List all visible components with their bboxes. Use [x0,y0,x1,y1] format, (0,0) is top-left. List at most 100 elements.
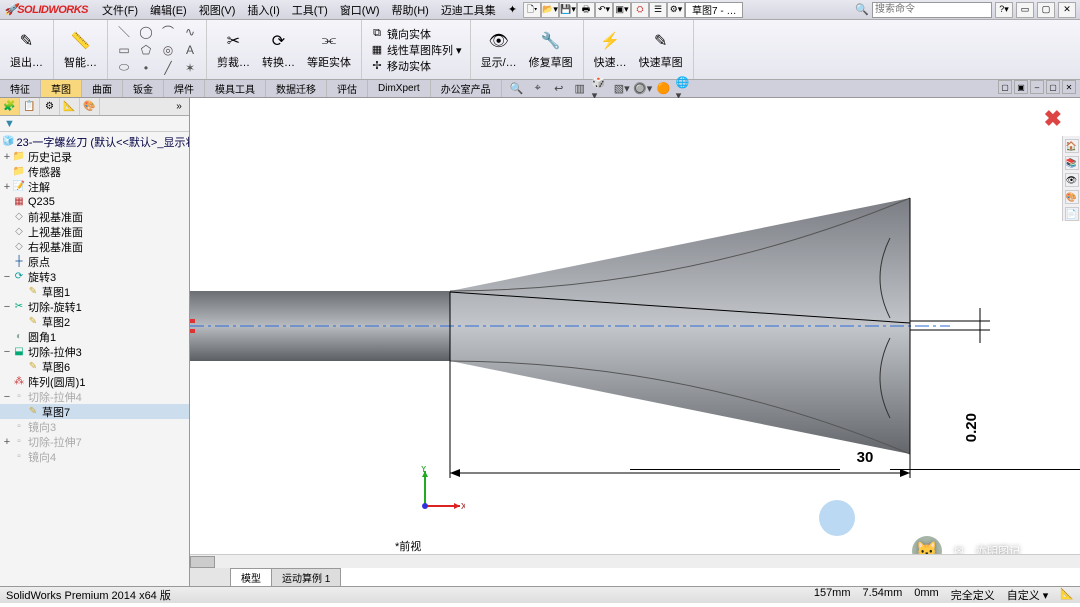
tree-tab-dim-icon[interactable]: 📐 [60,98,80,115]
tree-node-注解[interactable]: +📝注解 [0,179,189,194]
tree-tab-config-icon[interactable]: ⚙ [40,98,60,115]
ellipse-icon[interactable]: ◎ [158,42,178,58]
display-button[interactable]: 👁显示/… [477,27,521,72]
tree-node-上视基准面[interactable]: ◇上视基准面 [0,224,189,239]
tree-tab-display-icon[interactable]: 🎨 [80,98,100,115]
minimize-icon[interactable]: ▭ [1016,2,1034,18]
feature-tree[interactable]: 🧊23-一字螺丝刀 (默认<<默认>_显示状态 +📁历史记录📁传感器+📝注解▦Q… [0,132,189,586]
tree-toggle-icon[interactable]: − [2,271,12,283]
help-icon[interactable]: ?▾ [995,2,1013,18]
tree-node-草图6[interactable]: ✎草图6 [0,359,189,374]
save-icon[interactable]: 💾▾ [559,2,577,18]
tree-node-Q235[interactable]: ▦Q235 [0,194,189,209]
taskpane-appear-icon[interactable]: 🎨 [1065,190,1079,204]
rebuild-icon[interactable]: ⛭ [631,2,649,18]
tree-node-草图1[interactable]: ✎草图1 [0,284,189,299]
offset-button[interactable]: ⫘等距实体 [303,27,355,72]
mirror-button[interactable]: ⧉镜向实体 [368,26,433,42]
menu-tools[interactable]: 工具(T) [286,2,334,18]
tab-mold[interactable]: 模具工具 [205,80,266,97]
tab-surface[interactable]: 曲面 [82,80,123,97]
spline-icon[interactable]: ∿ [180,24,200,40]
appearance-icon[interactable]: 🟠 [655,81,673,97]
display-style-icon[interactable]: ▧▾ [613,81,631,97]
status-edit-mode[interactable]: 自定义 ▾ [1007,587,1049,603]
repair-button[interactable]: 🔧修复草图 [525,27,577,72]
menu-file[interactable]: 文件(F) [96,2,144,18]
document-tab[interactable]: 草图7 - … [685,2,743,18]
quick-button[interactable]: ⚡快速… [590,27,631,72]
new-icon[interactable]: 🗋▾ [523,2,541,18]
tree-node-传感器[interactable]: 📁传感器 [0,164,189,179]
tree-node-切除-拉伸3[interactable]: −⬓切除-拉伸3 [0,344,189,359]
menu-view[interactable]: 视图(V) [193,2,242,18]
taskpane-lib-icon[interactable]: 📚 [1065,156,1079,170]
settings-icon[interactable]: ⚙▾ [667,2,685,18]
options-icon[interactable]: ☰ [649,2,667,18]
tree-node-切除-拉伸4[interactable]: −▫切除-拉伸4 [0,389,189,404]
status-unit-icon[interactable]: 📐 [1060,587,1074,603]
menu-window[interactable]: 窗口(W) [334,2,386,18]
select-icon[interactable]: ▣▾ [613,2,631,18]
menu-help[interactable]: 帮助(H) [386,2,435,18]
plane-icon[interactable]: ✶ [180,60,200,76]
graphics-area[interactable]: 30 0.20 x Y *前视 ✖ 🏠 📚 👁 🎨 📄 ✉ 亦明图记 [190,98,1080,586]
tab-sketch[interactable]: 草图 [41,80,82,97]
tree-node-草图7[interactable]: ✎草图7 [0,404,189,419]
hide-show-icon[interactable]: 🔘▾ [634,81,652,97]
print-icon[interactable]: 🖶 [577,2,595,18]
slot-icon[interactable]: ⬭ [114,60,134,76]
zoom-area-icon[interactable]: ⌖ [529,81,547,97]
point-icon[interactable]: • [136,60,156,76]
tree-collapse-icon[interactable]: » [169,98,189,115]
tab-motion-study[interactable]: 运动算例 1 [271,568,341,586]
taskpane-prop-icon[interactable]: 📄 [1065,207,1079,221]
section-view-icon[interactable]: ▥ [571,81,589,97]
tree-tab-prop-icon[interactable]: 📋 [20,98,40,115]
tree-node-右视基准面[interactable]: ◇右视基准面 [0,239,189,254]
smart-dimension-button[interactable]: 📏 智能… [60,27,101,72]
convert-button[interactable]: ⟳转换… [258,27,299,72]
scrollbar-thumb[interactable] [190,556,215,568]
poly-icon[interactable]: ⬠ [136,42,156,58]
taskpane-view-icon[interactable]: 👁 [1065,173,1079,187]
vp-a-icon[interactable]: ▢ [998,80,1012,94]
search-input[interactable] [872,2,992,18]
undo-icon[interactable]: ↶▾ [595,2,613,18]
move-button[interactable]: ✢移动实体 [368,58,433,74]
tree-toggle-icon[interactable]: − [2,301,12,313]
exit-sketch-button[interactable]: ✎ 退出… [6,27,47,72]
vp-min-icon[interactable]: – [1030,80,1044,94]
tree-toggle-icon[interactable]: + [2,181,12,193]
confirm-corner-cancel-icon[interactable]: ✖ [1044,106,1062,132]
tree-node-镜向3[interactable]: ▫镜向3 [0,419,189,434]
tree-node-原点[interactable]: ┼原点 [0,254,189,269]
tree-node-镜向4[interactable]: ▫镜向4 [0,449,189,464]
menu-maidi[interactable]: 迈迪工具集 [435,2,502,18]
tab-features[interactable]: 特征 [0,80,41,97]
zoom-fit-icon[interactable]: 🔍 [508,81,526,97]
tree-tab-feature-icon[interactable]: 🧩 [0,98,20,115]
tree-node-前视基准面[interactable]: ◇前视基准面 [0,209,189,224]
tree-toggle-icon[interactable]: − [2,346,12,358]
circle-icon[interactable]: ◯ [136,24,156,40]
tab-evaluate[interactable]: 评估 [327,80,368,97]
vp-b-icon[interactable]: ▣ [1014,80,1028,94]
prev-view-icon[interactable]: ↩ [550,81,568,97]
tab-migration[interactable]: 数据迁移 [266,80,327,97]
horizontal-scrollbar[interactable] [190,554,1080,568]
tree-toggle-icon[interactable]: + [2,151,12,163]
tree-node-旋转3[interactable]: −⟳旋转3 [0,269,189,284]
trim-button[interactable]: ✂剪裁… [213,27,254,72]
rect-icon[interactable]: ▭ [114,42,134,58]
tab-sheetmetal[interactable]: 钣金 [123,80,164,97]
tree-node-切除-拉伸7[interactable]: +▫切除-拉伸7 [0,434,189,449]
line-icon[interactable]: ＼ [114,24,134,40]
menu-edit[interactable]: 编辑(E) [144,2,193,18]
maximize-icon[interactable]: ▢ [1037,2,1055,18]
menu-star-icon[interactable]: ✦ [502,3,523,16]
tab-dimxpert[interactable]: DimXpert [368,80,431,97]
tab-model[interactable]: 模型 [230,568,272,586]
centerline-icon[interactable]: ╱ [158,60,178,76]
tab-weldment[interactable]: 焊件 [164,80,205,97]
